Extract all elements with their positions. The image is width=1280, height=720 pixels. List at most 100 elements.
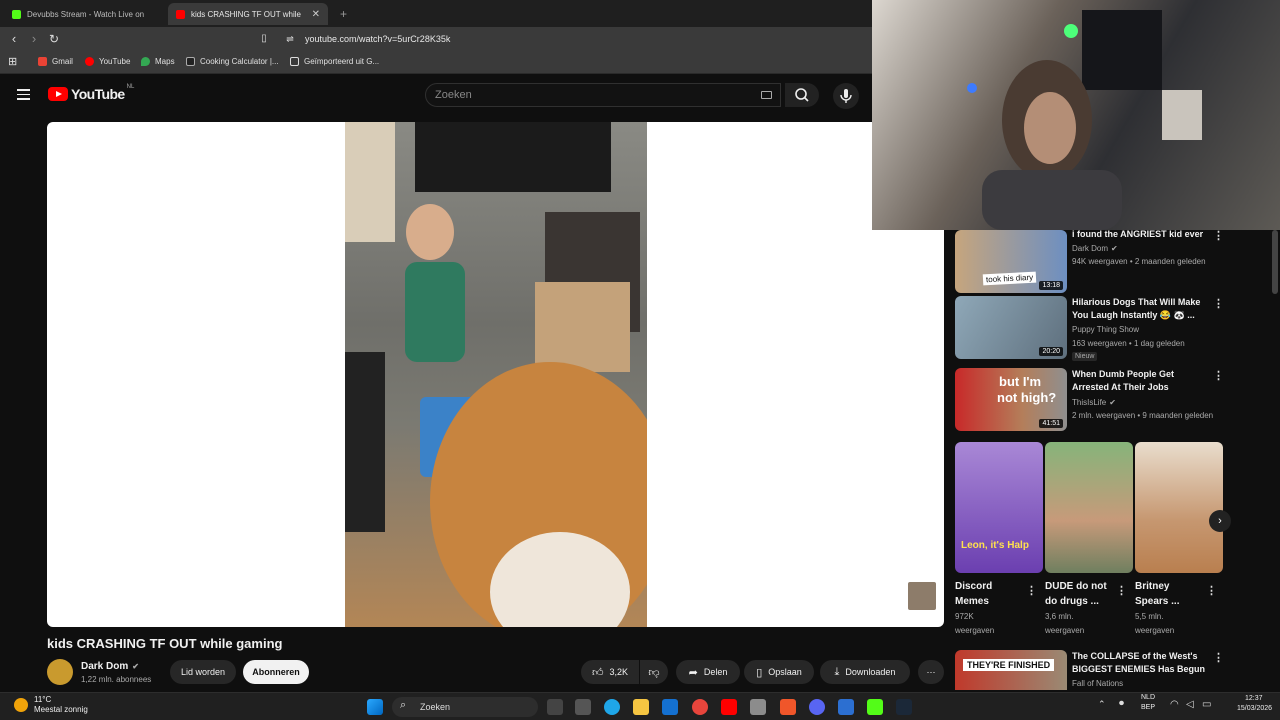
- bookmark-youtube[interactable]: YouTube: [85, 57, 130, 66]
- bookmark-folder-imported[interactable]: Geïmporteerd uit G...: [290, 57, 379, 66]
- short-title[interactable]: Discord Memes: [955, 579, 992, 609]
- short-thumbnail[interactable]: [1045, 442, 1133, 573]
- more-icon[interactable]: ⋮: [1213, 231, 1224, 242]
- sidebar-thumbnail[interactable]: 20:20: [955, 296, 1067, 359]
- app-icon[interactable]: [838, 699, 854, 715]
- calculator-icon[interactable]: [750, 699, 766, 715]
- sidebar-thumbnail[interactable]: THEY'RE FINISHED: [955, 650, 1067, 690]
- video-frame[interactable]: [345, 122, 647, 627]
- more-icon[interactable]: ⋮: [1213, 653, 1224, 664]
- edge-icon[interactable]: [604, 699, 620, 715]
- task-view-icon[interactable]: [547, 699, 563, 715]
- wifi-icon[interactable]: ◠: [1170, 699, 1179, 710]
- close-tab-icon[interactable]: ✕: [312, 9, 320, 20]
- apps-grid-icon[interactable]: ⊞: [8, 55, 17, 68]
- weather-desc[interactable]: Meestal zonnig: [34, 705, 88, 714]
- tab-youtube-video[interactable]: kids CRASHING TF OUT while ✕: [168, 3, 328, 25]
- channel-avatar[interactable]: [47, 659, 73, 685]
- kick-app-icon[interactable]: [867, 699, 883, 715]
- thumbs-up-icon: 👍︎: [591, 666, 604, 679]
- like-button[interactable]: 👍︎ 3,2K: [581, 660, 639, 684]
- channel-watermark[interactable]: [908, 582, 936, 610]
- search-input[interactable]: [435, 89, 735, 101]
- bookmark-gmail[interactable]: Gmail: [38, 57, 73, 66]
- weather-temp[interactable]: 11°C: [34, 695, 51, 704]
- youtube-play-icon: [48, 87, 68, 101]
- cooking-icon: [186, 57, 195, 66]
- sidebar-channel[interactable]: ThisIsLife ✔: [1072, 398, 1116, 407]
- tab-devubbs-stream[interactable]: Devubbs Stream - Watch Live on: [4, 3, 164, 25]
- microphone-tray-icon[interactable]: ⏺: [1119, 698, 1124, 709]
- bookmark-maps[interactable]: Maps: [141, 57, 175, 66]
- store-icon[interactable]: [575, 699, 591, 715]
- forward-icon[interactable]: ›: [26, 32, 42, 46]
- sidebar-meta: 2 mln. weergaven • 9 maanden geleden: [1072, 411, 1214, 420]
- join-button[interactable]: Lid worden: [170, 660, 236, 684]
- steam-icon[interactable]: [896, 699, 912, 715]
- clock-time[interactable]: 12:37: [1245, 695, 1263, 702]
- channel-name-text: Dark Dom: [81, 661, 129, 672]
- bookmark-cooking-calculator[interactable]: Cooking Calculator |...: [186, 57, 279, 66]
- new-tab-button[interactable]: +: [332, 3, 352, 25]
- chrome-icon[interactable]: [692, 699, 708, 715]
- back-icon[interactable]: ‹: [6, 32, 22, 46]
- sidebar-video-title[interactable]: Hilarious Dogs That Will Make You Laugh …: [1072, 296, 1212, 322]
- menu-icon[interactable]: [17, 89, 30, 100]
- sidebar-video-title[interactable]: i found the ANGRIEST kid ever: [1072, 228, 1212, 241]
- windows-start-icon[interactable]: [367, 699, 383, 715]
- chevron-up-icon[interactable]: ⌃: [1098, 699, 1106, 710]
- discord-icon[interactable]: [809, 699, 825, 715]
- dislike-button[interactable]: 👎︎: [640, 660, 668, 684]
- search-box[interactable]: [425, 83, 781, 107]
- taskbar-search[interactable]: Zoeken: [392, 697, 538, 717]
- weather-icon[interactable]: [14, 698, 28, 712]
- sidebar-channel[interactable]: Fall of Nations: [1072, 679, 1123, 688]
- more-icon[interactable]: ⋮: [1206, 586, 1217, 597]
- battery-icon[interactable]: ▭: [1202, 699, 1211, 710]
- short-title[interactable]: DUDE do not do drugs ...: [1045, 579, 1107, 609]
- file-explorer-icon[interactable]: [633, 699, 649, 715]
- channel-name[interactable]: Dark Dom ✔: [81, 661, 139, 672]
- video-player[interactable]: [47, 122, 944, 627]
- outlook-icon[interactable]: [662, 699, 678, 715]
- clock-date[interactable]: 15/03/2026: [1237, 705, 1272, 712]
- more-icon[interactable]: ⋮: [1213, 371, 1224, 382]
- sidebar-scrollbar[interactable]: [1272, 230, 1278, 294]
- sidebar-thumbnail[interactable]: took his diary 13:18: [955, 230, 1067, 293]
- bookmark-icon[interactable]: ▯: [256, 32, 272, 46]
- more-icon[interactable]: ⋮: [1213, 299, 1224, 310]
- search-button[interactable]: [785, 83, 819, 107]
- short-title[interactable]: Britney Spears ...: [1135, 579, 1179, 609]
- sidebar-video-title[interactable]: The COLLAPSE of the West's BIGGEST ENEMI…: [1072, 650, 1212, 676]
- channel-label: Fall of Nations: [1072, 679, 1124, 688]
- search-icon: ⌕: [400, 699, 407, 711]
- language-code[interactable]: NLD: [1141, 694, 1155, 701]
- voice-search-button[interactable]: [833, 83, 859, 109]
- sidebar-channel[interactable]: Puppy Thing Show: [1072, 325, 1139, 334]
- brave-icon[interactable]: [780, 699, 796, 715]
- sidebar-thumbnail[interactable]: but I'm not high? 41:51: [955, 368, 1067, 431]
- site-info-icon[interactable]: ⇌: [282, 32, 298, 46]
- youtube-logo[interactable]: YouTube NL: [48, 84, 134, 102]
- sidebar-channel[interactable]: Dark Dom ✔: [1072, 244, 1118, 253]
- download-button[interactable]: ⤓ Downloaden: [820, 660, 910, 684]
- keyboard-layout[interactable]: BEP: [1141, 704, 1155, 711]
- thumbnail-text: took his diary: [982, 271, 1037, 286]
- views-count: 5,5 mln.: [1135, 612, 1164, 621]
- sidebar-video-title[interactable]: When Dumb People Get Arrested At Their J…: [1072, 368, 1212, 394]
- save-button[interactable]: ▯ Opslaan: [744, 660, 814, 684]
- short-thumbnail[interactable]: [1135, 442, 1223, 573]
- volume-icon[interactable]: ◁: [1186, 699, 1194, 710]
- keyboard-icon[interactable]: [761, 91, 772, 99]
- url-field[interactable]: youtube.com/watch?v=5urCr28K35k: [305, 34, 450, 44]
- youtube-app-icon[interactable]: [721, 699, 737, 715]
- more-icon[interactable]: ⋮: [1116, 586, 1127, 597]
- short-thumbnail[interactable]: Leon, it's Halp: [955, 442, 1043, 573]
- webcam-overlay: [872, 0, 1280, 230]
- shorts-next-button[interactable]: ›: [1209, 510, 1231, 532]
- share-button[interactable]: ➦ Delen: [676, 660, 740, 684]
- more-actions-button[interactable]: ⋯: [918, 660, 944, 684]
- reload-icon[interactable]: ↻: [46, 32, 62, 46]
- more-icon[interactable]: ⋮: [1026, 586, 1037, 597]
- subscribe-button[interactable]: Abonneren: [243, 660, 309, 684]
